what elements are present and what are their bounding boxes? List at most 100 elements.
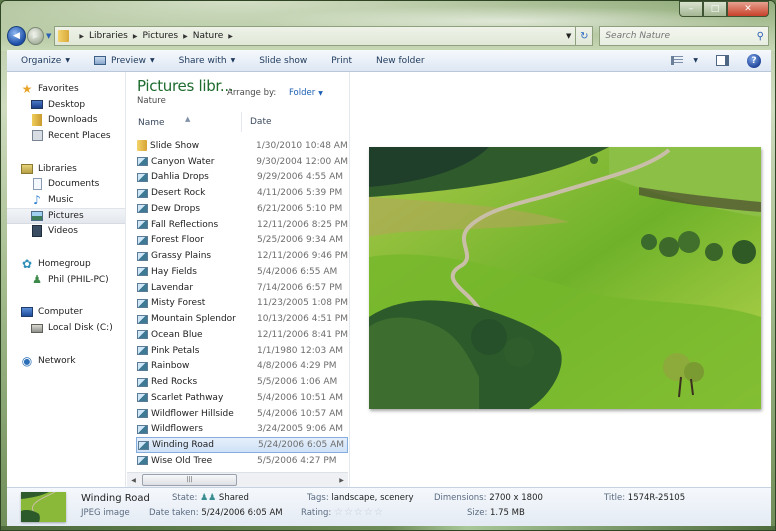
image-file-icon (137, 283, 148, 293)
disk-icon (31, 322, 43, 334)
help-icon[interactable]: ? (747, 53, 761, 68)
sidebar-item-favorites[interactable]: ★ Favorites (7, 81, 125, 97)
column-header-name[interactable]: ▲ Name (127, 112, 242, 132)
file-row[interactable]: Lavendar 7/14/2006 6:57 PM (137, 280, 348, 296)
breadcrumb-separator[interactable]: ▶ (133, 33, 138, 40)
back-button[interactable]: ◀ (7, 26, 26, 46)
sidebar-item-recent-places[interactable]: Recent Places (7, 128, 125, 144)
sidebar-item-libraries[interactable]: Libraries (7, 161, 125, 177)
title-value[interactable]: 1574R-25105 (628, 493, 685, 503)
scroll-left-button[interactable]: ◀ (127, 477, 140, 484)
share-with-button[interactable]: Share with ▼ (179, 56, 236, 66)
file-row[interactable]: Wise Old Tree 5/5/2006 4:27 PM (137, 453, 348, 469)
image-file-icon (137, 220, 148, 230)
horizontal-scrollbar[interactable]: ◀ ||| ▶ (127, 472, 348, 487)
column-header-date[interactable]: Date (242, 111, 272, 133)
breadcrumb-nature[interactable]: Nature (193, 31, 224, 41)
library-header: Pictures libr... Nature (137, 77, 234, 106)
scroll-right-button[interactable]: ▶ (335, 477, 348, 484)
state-value: Shared (218, 493, 249, 503)
print-button[interactable]: Print (331, 56, 352, 66)
rating-stars[interactable]: ☆☆☆☆☆ (334, 507, 384, 518)
maximize-button[interactable]: □ (703, 1, 727, 17)
refresh-icon: ↻ (580, 30, 589, 42)
breadcrumb-pictures[interactable]: Pictures (142, 31, 178, 41)
homegroup-icon: ✿ (21, 257, 33, 272)
forward-button[interactable]: ▶ (26, 27, 44, 45)
breadcrumb-separator[interactable]: ▶ (183, 33, 188, 40)
address-bar[interactable]: ▶ Libraries ▶ Pictures ▶ Nature ▶ ▼ (54, 26, 577, 46)
sidebar-item-homegroup[interactable]: ✿ Homegroup (7, 256, 125, 272)
sidebar-item-documents[interactable]: Documents (7, 176, 125, 192)
file-row[interactable]: Hay Fields 5/4/2006 6:55 AM (137, 264, 348, 280)
organize-button[interactable]: Organize ▼ (21, 56, 70, 66)
sidebar-item-downloads[interactable]: Downloads (7, 112, 125, 128)
user-icon: ♟ (32, 273, 42, 287)
details-file-type: JPEG image (81, 508, 130, 518)
file-row[interactable]: Misty Forest 11/23/2005 1:08 PM (137, 296, 348, 312)
search-box[interactable]: ⚲ (599, 26, 769, 46)
minimize-button[interactable]: – (679, 1, 703, 17)
file-date: 5/5/2006 4:27 PM (257, 455, 337, 466)
close-button[interactable]: ✕ (727, 1, 769, 17)
sidebar-item-pictures[interactable]: Pictures (7, 207, 125, 224)
sidebar-item-computer[interactable]: Computer (7, 305, 125, 321)
size-label: Size: (467, 508, 488, 518)
file-date: 3/24/2005 9:06 AM (257, 424, 344, 435)
file-row[interactable]: Canyon Water 9/30/2004 12:00 AM (137, 154, 348, 170)
file-row[interactable]: Fall Reflections 12/11/2006 8:25 PM (137, 217, 348, 233)
file-name: Winding Road (152, 440, 214, 451)
chevron-down-icon: ▼ (230, 57, 236, 64)
change-view-icon[interactable] (671, 56, 684, 65)
sidebar-item-label: Recent Places (48, 130, 111, 141)
sidebar-item-local-disk[interactable]: Local Disk (C:) (7, 320, 125, 336)
file-row[interactable]: Winding Road 5/24/2006 6:05 AM (136, 437, 348, 453)
file-row[interactable]: Ocean Blue 12/11/2006 8:41 PM (137, 327, 348, 343)
file-row[interactable]: Dahlia Drops 9/29/2006 4:55 AM (137, 170, 348, 186)
sidebar-item-videos[interactable]: Videos (7, 224, 125, 240)
sidebar-item-network[interactable]: ◉ Network (7, 353, 125, 369)
file-row[interactable]: Grassy Plains 12/11/2006 9:46 PM (137, 248, 348, 264)
sidebar-item-music[interactable]: ♪ Music (7, 192, 125, 208)
file-date: 5/4/2006 6:55 AM (257, 266, 338, 277)
new-folder-button[interactable]: New folder (376, 56, 425, 66)
preview-button[interactable]: Preview ▼ (93, 56, 155, 66)
breadcrumb-libraries[interactable]: Libraries (89, 31, 128, 41)
address-dropdown-icon[interactable]: ▼ (566, 32, 571, 40)
refresh-button[interactable]: ↻ (576, 26, 594, 46)
preview-pane-toggle-icon[interactable] (716, 55, 729, 66)
file-row[interactable]: Slide Show 1/30/2010 10:48 AM (137, 138, 348, 154)
breadcrumb-separator[interactable]: ▶ (228, 33, 233, 40)
file-row[interactable]: Mountain Splendor 10/13/2006 4:51 PM (137, 311, 348, 327)
nav-group-favorites: ★ Favorites Desktop Downloads Recent Plac… (7, 81, 125, 144)
sidebar-item-desktop[interactable]: Desktop (7, 97, 125, 113)
file-row[interactable]: Red Rocks 5/5/2006 1:06 AM (137, 374, 348, 390)
view-controls: ▼ ? (671, 53, 761, 68)
file-row[interactable]: Scarlet Pathway 5/4/2006 10:51 AM (137, 390, 348, 406)
image-file-icon (137, 172, 148, 182)
landscape-photo (369, 147, 761, 409)
date-taken-value[interactable]: 5/24/2006 6:05 AM (201, 508, 282, 518)
sidebar-item-label: Homegroup (38, 259, 91, 270)
view-options-dropdown[interactable]: ▼ (689, 57, 698, 64)
breadcrumb-separator[interactable]: ▶ (79, 33, 84, 40)
file-row[interactable]: Desert Rock 4/11/2006 5:39 PM (137, 185, 348, 201)
tags-value[interactable]: landscape, scenery (331, 493, 413, 503)
file-row[interactable]: Dew Drops 6/21/2006 5:10 PM (137, 201, 348, 217)
computer-icon (21, 306, 33, 318)
size-value: 1.75 MB (490, 508, 525, 518)
scroll-thumb[interactable]: ||| (142, 474, 237, 486)
slide-show-button[interactable]: Slide show (259, 56, 307, 66)
file-row[interactable]: Pink Petals 1/1/1980 12:03 AM (137, 343, 348, 359)
search-input[interactable] (605, 31, 756, 41)
file-row[interactable]: Wildflower Hillside 5/4/2006 10:57 AM (137, 406, 348, 422)
search-icon[interactable]: ⚲ (757, 31, 764, 42)
sidebar-item-label: Favorites (38, 83, 79, 94)
recent-pages-dropdown[interactable]: ▼ (46, 32, 51, 40)
file-row[interactable]: Forest Floor 5/25/2006 9:34 AM (137, 233, 348, 249)
sidebar-item-phil-pc[interactable]: ♟ Phil (PHIL-PC) (7, 272, 125, 288)
file-name: Dahlia Drops (151, 172, 209, 183)
file-row[interactable]: Wildflowers 3/24/2005 9:06 AM (137, 422, 348, 438)
arrange-by-dropdown[interactable]: Folder ▼ (289, 88, 323, 98)
file-row[interactable]: Rainbow 4/8/2006 4:29 PM (137, 359, 348, 375)
